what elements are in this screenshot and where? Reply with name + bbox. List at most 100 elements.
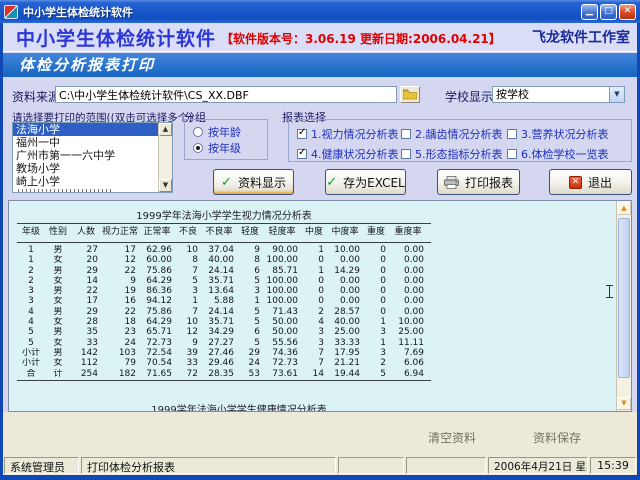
radio-icon[interactable]	[193, 143, 203, 153]
table-cell: 1	[17, 255, 45, 265]
school-list-item[interactable]: 广州市第一一六中学	[13, 149, 158, 162]
maximize-button[interactable]: □	[600, 4, 617, 20]
scroll-down-icon[interactable]: ▼	[159, 179, 172, 192]
table-cell: 75.86	[139, 307, 175, 317]
checkbox-icon[interactable]	[507, 129, 517, 139]
checkbox-icon[interactable]	[297, 129, 307, 139]
table-cell: 21.21	[327, 358, 363, 368]
table-cell: 2	[363, 358, 389, 368]
report-checkbox-4[interactable]: 4.健康状况分析表	[297, 146, 401, 162]
browse-button[interactable]	[400, 86, 420, 103]
school-list-scrollbar[interactable]: ▲ ▼	[158, 123, 172, 192]
table-cell: 3	[17, 296, 45, 306]
table-cell: 女	[45, 276, 71, 286]
group-radio-label: 按年级	[208, 140, 241, 156]
table-cell: 33.33	[327, 338, 363, 348]
scrollbar-thumb[interactable]	[618, 218, 630, 378]
section-title-bar: 体检分析报表打印	[3, 53, 637, 77]
table-cell: 女	[45, 255, 71, 265]
group-radio-0[interactable]: 按年龄	[193, 124, 267, 140]
table-cell: 0	[363, 296, 389, 306]
checkbox-icon[interactable]	[507, 149, 517, 159]
table-cell: 0.00	[389, 307, 427, 317]
table-cell: 100.00	[263, 255, 301, 265]
save-data-button[interactable]: 资料保存	[533, 429, 581, 446]
studio-name: 飞龙软件工作室	[532, 27, 637, 47]
table-cell: 0	[363, 307, 389, 317]
report-checkbox-5[interactable]: 5.形态指标分析表	[401, 146, 507, 162]
report-checkbox-2[interactable]: 2.龋齿情况分析表	[401, 126, 507, 142]
report-checkbox-label: 2.龋齿情况分析表	[415, 126, 503, 142]
scroll-up-icon[interactable]: ▲	[617, 202, 631, 215]
report-scrollbar[interactable]: ▲ ▼	[616, 201, 631, 411]
school-list-items: 法海小学福州一中广州市第一一六中学教场小学崎上小学	[13, 123, 172, 193]
table-row: 2男292275.86724.14685.71114.2900.00	[17, 266, 431, 276]
save-excel-button[interactable]: ✓ 存为EXCEL	[325, 169, 406, 195]
school-list-item[interactable]: 崎上小学	[13, 175, 158, 188]
table-cell: 1	[301, 245, 327, 255]
status-bar: 系统管理员 打印体检分析报表 2006年4月21日 星期五 15:39	[3, 456, 637, 475]
exit-button[interactable]: ✕ 退出	[549, 169, 632, 195]
status-action: 打印体检分析报表	[81, 457, 336, 474]
table-cell: 12	[175, 327, 201, 337]
school-list[interactable]: 法海小学福州一中广州市第一一六中学教场小学崎上小学 ▲ ▼	[12, 122, 173, 193]
status-date: 2006年4月21日 星期五	[488, 457, 588, 474]
report-checkbox-1[interactable]: 1.视力情况分析表	[297, 126, 401, 142]
display-data-button[interactable]: ✓ 资料显示	[213, 169, 294, 195]
table-header-cell: 年级	[17, 226, 45, 239]
table-cell: 72.73	[263, 358, 301, 368]
report-checkboxes: 1.视力情况分析表 2.龋齿情况分析表3.营养状况分析表 4.健康状况分析表5.形态…	[288, 119, 632, 162]
table-cell: 1	[237, 296, 263, 306]
table-cell: 6.94	[389, 369, 427, 379]
school-list-item-partial[interactable]	[18, 189, 154, 193]
window-controls: ▁ □ ✕	[581, 4, 636, 20]
report-checkbox-6[interactable]: 6.体检学校一览表	[507, 146, 631, 162]
report-preview-panel[interactable]: 1999学年法海小学学生视力情况分析表 年级性别人数视力正常正常率不良不良率轻度…	[8, 200, 632, 412]
table-cell: 142	[71, 348, 101, 358]
table-header-cell: 中度率	[327, 226, 363, 239]
radio-icon[interactable]	[193, 127, 203, 137]
table-cell: 20	[71, 255, 101, 265]
table-cell: 53	[237, 369, 263, 379]
table-cell: 94.12	[139, 296, 175, 306]
table-cell: 6	[237, 327, 263, 337]
table-cell: 7	[175, 307, 201, 317]
version-text: 【软件版本号：3.06.19 更新日期:2006.04.21】	[221, 30, 501, 47]
school-list-item[interactable]: 法海小学	[13, 123, 158, 136]
table-cell: 28.35	[201, 369, 237, 379]
table-cell: 73.61	[263, 369, 301, 379]
minimize-button[interactable]: ▁	[581, 4, 598, 20]
close-button[interactable]: ✕	[619, 4, 636, 20]
folder-icon	[403, 89, 417, 100]
window-title: 中小学生体检统计软件	[23, 4, 133, 20]
scroll-down-icon[interactable]: ▼	[617, 397, 631, 410]
table-cell: 0	[301, 276, 327, 286]
table-header-cell: 不良率	[201, 226, 237, 239]
print-report-button[interactable]: 打印报表	[437, 169, 520, 195]
scroll-up-icon[interactable]: ▲	[159, 123, 172, 136]
report-checkbox-3[interactable]: 3.营养状况分析表	[507, 126, 631, 142]
checkbox-icon[interactable]	[401, 149, 411, 159]
source-path-input[interactable]	[55, 86, 397, 103]
titlebar[interactable]: 中小学生体检统计软件 ▁ □ ✕	[0, 0, 640, 23]
checkbox-icon[interactable]	[297, 149, 307, 159]
table-cell: 24	[101, 338, 139, 348]
school-list-item[interactable]: 福州一中	[13, 136, 158, 149]
table-cell: 14.29	[327, 266, 363, 276]
table-cell: 0.00	[389, 296, 427, 306]
clear-data-button[interactable]: 清空资料	[428, 429, 476, 446]
school-display-select[interactable]: 按学校 ▼	[492, 86, 625, 103]
table-cell: 86.36	[139, 286, 175, 296]
table-cell: 12	[101, 255, 139, 265]
table-cell: 3	[363, 348, 389, 358]
dropdown-arrow-icon[interactable]: ▼	[609, 87, 624, 102]
table-cell: 27	[71, 245, 101, 255]
report-table-title: 1999学年法海小学学生视力情况分析表	[9, 207, 439, 222]
checkbox-icon[interactable]	[401, 129, 411, 139]
table-cell: 14	[301, 369, 327, 379]
group-radio-1[interactable]: 按年级	[193, 140, 267, 156]
school-list-item[interactable]: 教场小学	[13, 162, 158, 175]
table-cell: 5	[363, 369, 389, 379]
table-cell: 5	[237, 276, 263, 286]
table-cell: 6	[237, 266, 263, 276]
